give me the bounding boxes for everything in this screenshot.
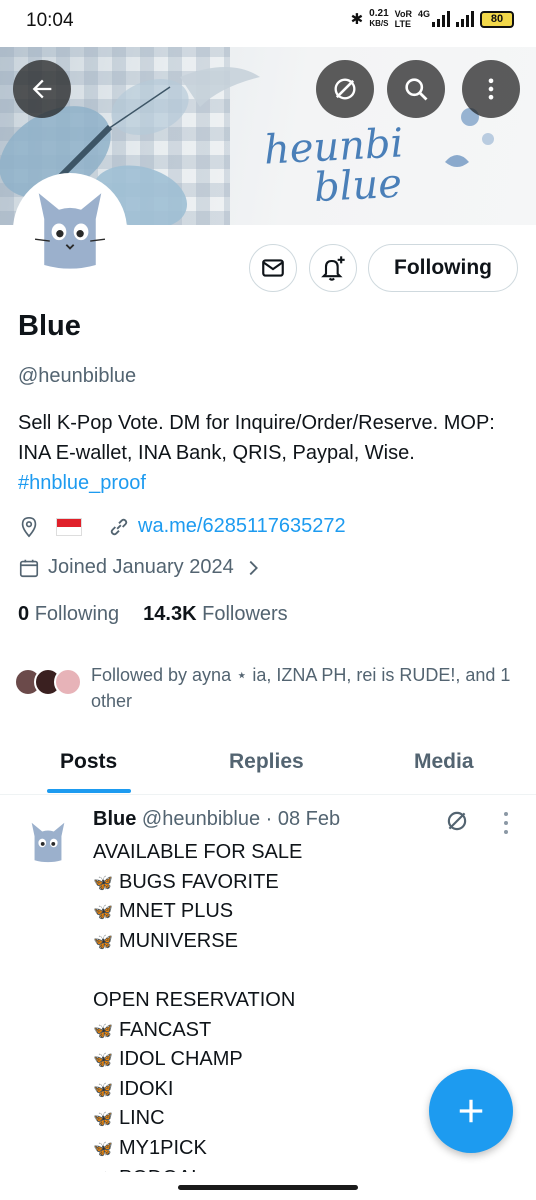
volte-line-2: LTE [394, 19, 411, 29]
post-line: 🦋 BUGS FAVORITE [93, 868, 493, 898]
following-stat[interactable]: 0 Following [18, 603, 119, 626]
plus-icon [459, 1099, 483, 1123]
grok-button[interactable] [316, 60, 374, 118]
post-line-text: MY1PICK [119, 1136, 207, 1159]
mail-icon [262, 259, 284, 277]
bio-text: Sell K-Pop Vote. DM for Inquire/Order/Re… [18, 412, 495, 464]
post-line-text: MNET PLUS [119, 900, 234, 923]
post-line-text: IDOKI [119, 1077, 174, 1100]
tab-posts[interactable]: Posts [60, 750, 117, 774]
post-line: 🦋 FANCAST [93, 1016, 493, 1046]
post-line: OPEN RESERVATION [93, 986, 493, 1016]
following-label: Following [34, 603, 120, 625]
follower-avatar-3 [54, 668, 82, 696]
joined-date: Joined January 2024 [48, 556, 234, 578]
post-line: AVAILABLE FOR SALE [93, 838, 493, 868]
post-line-text: FANCAST [119, 1018, 212, 1041]
profile-stats: 0 Following 14.3K Followers [18, 603, 288, 626]
network-speed-value: 0.21 [369, 8, 389, 19]
post-line-text: LINC [119, 1107, 165, 1130]
battery-icon: 80 [480, 10, 514, 28]
home-gesture-handle[interactable] [178, 1185, 358, 1190]
following-button[interactable]: Following [368, 244, 518, 292]
bell-plus-icon [321, 256, 345, 281]
butterfly-icon: 🦋 [93, 933, 113, 951]
status-time: 10:04 [26, 10, 74, 31]
link-icon [110, 518, 128, 535]
followed-by-text: Followed by ayna ⋆ ia, IZNA PH, rei is R… [91, 665, 511, 711]
indonesia-flag-icon [56, 517, 82, 536]
post-header: Blue @heunbiblue · 08 Feb [93, 808, 340, 831]
post-line-text: MUNIVERSE [119, 929, 238, 952]
tab-media[interactable]: Media [414, 750, 474, 774]
grok-icon [334, 78, 356, 100]
post-meta: @heunbiblue · 08 Feb [141, 808, 341, 830]
more-vertical-icon [488, 78, 494, 100]
signal-icon-2 [456, 11, 474, 27]
post-line-text: BUGS FAVORITE [119, 870, 279, 893]
butterfly-icon: 🦋 [93, 1111, 113, 1129]
network-type: 4G [417, 9, 430, 19]
profile-avatar[interactable] [13, 173, 127, 287]
bluetooth-icon: ✱ [350, 11, 364, 28]
network-speed: 0.21 KB/S [369, 9, 388, 29]
volte-line-1: VoR [394, 9, 412, 19]
post-line: 🦋 MY1PICK [93, 1134, 493, 1164]
notifications-button[interactable] [309, 244, 357, 292]
tab-replies[interactable]: Replies [229, 750, 304, 774]
post-line-text: AVAILABLE FOR SALE [93, 841, 303, 863]
search-icon [405, 78, 428, 101]
network-speed-unit: KB/S [369, 19, 389, 28]
profile-joined-row[interactable]: Joined January 2024 [18, 556, 264, 579]
profile-website-link[interactable]: wa.me/6285117635272 [138, 515, 346, 538]
back-button[interactable] [13, 60, 71, 118]
following-count: 0 [18, 603, 30, 625]
followers-label: Followers [202, 603, 288, 625]
butterfly-icon: 🦋 [93, 1022, 113, 1040]
search-button[interactable] [387, 60, 445, 118]
followers-stat[interactable]: 14.3K Followers [143, 603, 288, 626]
profile-name: Blue [18, 310, 81, 342]
system-nav-bar [0, 1172, 536, 1200]
signal-icon-1 [432, 11, 450, 27]
profile-tabs: Posts Replies Media [0, 735, 536, 795]
message-button[interactable] [249, 244, 297, 292]
bio-hashtag-link[interactable]: #hnblue_proof [18, 472, 146, 494]
volte-indicator: VoR LTE [395, 9, 412, 29]
status-bar: 10:04 ✱ 0.21 KB/S VoR LTE 4G 80 [0, 0, 536, 46]
more-options-button[interactable] [462, 60, 520, 118]
profile-bio: Sell K-Pop Vote. DM for Inquire/Order/Re… [18, 408, 518, 498]
butterfly-icon: 🦋 [93, 1081, 113, 1099]
post-line-text: OPEN RESERVATION [93, 988, 296, 1011]
post-line: 🦋 MNET PLUS [93, 897, 493, 927]
banner-brand-text: heunbi blue [263, 120, 406, 211]
avatar-image [17, 177, 123, 283]
post-author-name[interactable]: Blue [93, 808, 136, 830]
butterfly-icon: 🦋 [93, 904, 113, 922]
chevron-right-icon [249, 560, 258, 575]
arrow-left-icon [32, 79, 52, 99]
butterfly-icon: 🦋 [93, 1140, 113, 1158]
post-line: 🦋 MUNIVERSE [93, 927, 493, 957]
profile-handle: @heunbiblue [18, 365, 137, 387]
butterfly-icon: 🦋 [93, 874, 113, 892]
post-line: 🦋 IDOL CHAMP [93, 1045, 493, 1075]
calendar-icon [19, 559, 39, 577]
profile-location-row: wa.me/6285117635272 [18, 515, 346, 538]
cat-avatar-icon [31, 822, 65, 863]
followers-count: 14.3K [143, 603, 197, 625]
post-line-text: IDOL CHAMP [119, 1048, 243, 1071]
location-pin-icon [21, 516, 37, 537]
cat-avatar-icon [34, 193, 106, 269]
butterfly-icon: 🦋 [93, 1052, 113, 1070]
post-line [93, 956, 493, 986]
post-author-avatar[interactable] [21, 815, 75, 869]
post-more-icon[interactable] [501, 810, 511, 836]
status-icons: ✱ 0.21 KB/S VoR LTE 4G 80 [351, 9, 514, 29]
grok-post-icon[interactable] [444, 808, 470, 834]
compose-button[interactable] [429, 1069, 513, 1153]
active-tab-indicator [47, 789, 131, 793]
